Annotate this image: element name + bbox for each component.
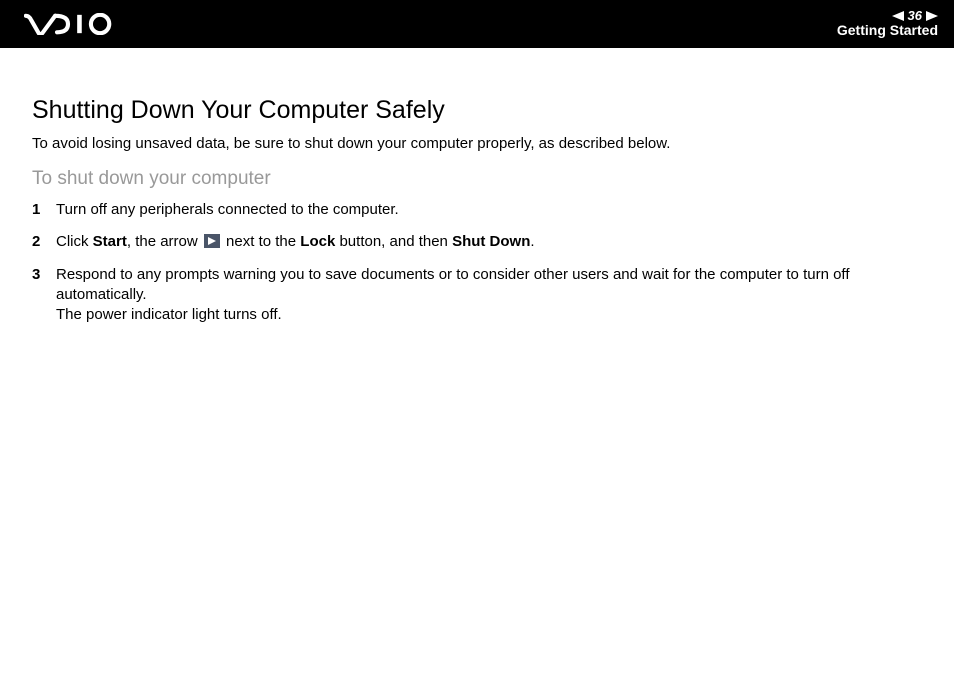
vaio-logo — [24, 13, 134, 35]
step-text: Turn off any peripherals connected to th… — [56, 200, 922, 220]
text-fragment: next to the — [222, 233, 300, 250]
step-item: 1 Turn off any peripherals connected to … — [32, 200, 922, 220]
content-area: Shutting Down Your Computer Safely To av… — [0, 48, 954, 325]
section-label: Getting Started — [837, 23, 938, 38]
header-bar: 36 Getting Started — [0, 0, 954, 48]
step-text: Click Start, the arrow next to the Lock … — [56, 232, 922, 252]
header-right: 36 Getting Started — [837, 9, 938, 39]
step-item: 2 Click Start, the arrow next to the Loc… — [32, 232, 922, 252]
bold-text: Lock — [300, 233, 335, 250]
page-title: Shutting Down Your Computer Safely — [32, 96, 922, 125]
page-number: 36 — [908, 9, 922, 23]
step-text: Respond to any prompts warning you to sa… — [56, 265, 922, 326]
steps-list: 1 Turn off any peripherals connected to … — [32, 200, 922, 325]
nav-next-icon[interactable] — [926, 11, 938, 21]
text-fragment: , the arrow — [127, 233, 202, 250]
step-number: 1 — [32, 200, 56, 220]
arrow-right-icon — [204, 234, 220, 248]
intro-text: To avoid losing unsaved data, be sure to… — [32, 135, 922, 152]
bold-text: Start — [93, 233, 127, 250]
page-navigation: 36 — [892, 9, 938, 23]
subheading: To shut down your computer — [32, 168, 922, 190]
step-number: 2 — [32, 232, 56, 252]
text-fragment: . — [530, 233, 534, 250]
nav-prev-icon[interactable] — [892, 11, 904, 21]
step-item: 3 Respond to any prompts warning you to … — [32, 265, 922, 326]
bold-text: Shut Down — [452, 233, 530, 250]
text-line: Respond to any prompts warning you to sa… — [56, 266, 849, 303]
text-line: The power indicator light turns off. — [56, 306, 282, 323]
text-fragment: button, and then — [335, 233, 452, 250]
step-number: 3 — [32, 265, 56, 326]
text-fragment: Click — [56, 233, 93, 250]
